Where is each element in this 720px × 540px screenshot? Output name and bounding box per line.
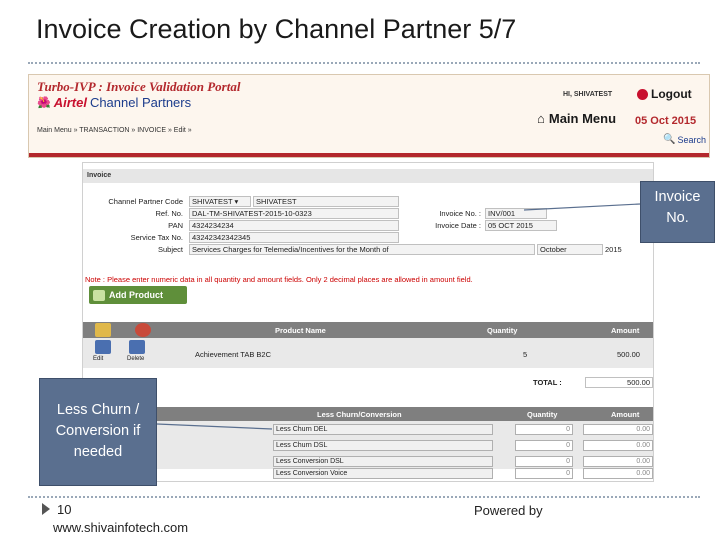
callout-invoice-line-2: No. [666, 210, 689, 226]
website-url: www.shivainfotech.com [53, 520, 189, 535]
callout-churn-line-3: needed [73, 444, 123, 460]
bullet-arrow-icon [42, 503, 50, 515]
footer-divider [28, 496, 700, 498]
slide-number: 10 [57, 502, 72, 517]
callout-churn-line-1: Less Churn / [56, 402, 140, 418]
callout-invoice-no: Invoice No. [640, 181, 715, 243]
churn-callout-line [156, 423, 273, 430]
callout-churn: Less Churn / Conversion if needed [39, 378, 157, 486]
powered-by: Powered by [474, 503, 543, 518]
callout-invoice-line-1: Invoice [654, 189, 701, 205]
invoice-callout-line [523, 203, 641, 211]
callout-churn-line-2: Conversion if [55, 423, 141, 439]
